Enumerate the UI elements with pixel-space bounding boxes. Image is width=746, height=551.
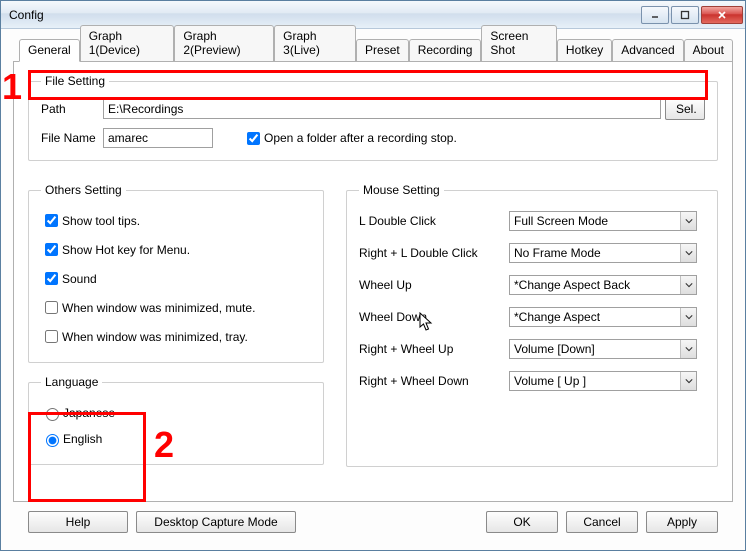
tab-hotkey[interactable]: Hotkey (557, 39, 612, 61)
desktop-capture-button[interactable]: Desktop Capture Mode (136, 511, 296, 533)
language-japanese-label: Japanese (63, 406, 115, 420)
filename-input[interactable] (103, 128, 213, 148)
chevron-down-icon (680, 276, 696, 294)
help-button[interactable]: Help (28, 511, 128, 533)
language-legend: Language (41, 375, 102, 389)
window-title: Config (9, 8, 639, 22)
tooltips-label: Show tool tips. (62, 214, 140, 228)
tab-general[interactable]: General (19, 39, 80, 62)
tab-graph2[interactable]: Graph 2(Preview) (174, 25, 274, 61)
minimize-tray-label: When window was minimized, tray. (62, 330, 248, 344)
mouse-ldbl-select[interactable]: Full Screen Mode (509, 211, 697, 231)
file-setting-group: File Setting Path Sel. File Name Open a … (28, 74, 718, 161)
apply-button[interactable]: Apply (646, 511, 718, 533)
mouse-rwheeldown-label: Right + Wheel Down (359, 374, 509, 388)
mouse-rwheeldown-select[interactable]: Volume [ Up ] (509, 371, 697, 391)
minimize-button[interactable] (641, 6, 669, 24)
language-group: Language Japanese English (28, 375, 324, 465)
chevron-down-icon (680, 244, 696, 262)
cancel-button[interactable]: Cancel (566, 511, 638, 533)
tab-graph1[interactable]: Graph 1(Device) (80, 25, 175, 61)
mouse-setting-group: Mouse Setting L Double Click Full Screen… (346, 183, 718, 467)
mouse-rldbl-select[interactable]: No Frame Mode (509, 243, 697, 263)
open-folder-checkbox[interactable] (247, 132, 260, 145)
language-english-radio[interactable] (46, 434, 59, 447)
others-setting-group: Others Setting Show tool tips. Show Hot … (28, 183, 324, 363)
others-setting-legend: Others Setting (41, 183, 126, 197)
path-select-button[interactable]: Sel. (665, 98, 705, 120)
file-setting-legend: File Setting (41, 74, 109, 88)
tab-graph3[interactable]: Graph 3(Live) (274, 25, 356, 61)
language-japanese-radio[interactable] (46, 408, 59, 421)
mouse-setting-legend: Mouse Setting (359, 183, 444, 197)
mouse-rwheelup-select[interactable]: Volume [Down] (509, 339, 697, 359)
chevron-down-icon (680, 212, 696, 230)
chevron-down-icon (680, 372, 696, 390)
language-english-label: English (63, 432, 102, 446)
mouse-wheelup-label: Wheel Up (359, 278, 509, 292)
mouse-wheeldown-label: Wheel Down (359, 310, 509, 324)
mouse-wheelup-select[interactable]: *Change Aspect Back (509, 275, 697, 295)
annotation-number-1: 1 (2, 66, 22, 108)
close-button[interactable] (701, 6, 743, 24)
tab-recording[interactable]: Recording (409, 39, 482, 61)
open-folder-label: Open a folder after a recording stop. (264, 131, 457, 145)
tab-preset[interactable]: Preset (356, 39, 409, 61)
hotkey-menu-checkbox[interactable] (45, 243, 58, 256)
tab-strip: General Graph 1(Device) Graph 2(Preview)… (13, 39, 733, 61)
hotkey-menu-label: Show Hot key for Menu. (62, 243, 190, 257)
mouse-wheeldown-select[interactable]: *Change Aspect (509, 307, 697, 327)
minimize-mute-checkbox[interactable] (45, 301, 58, 314)
ok-button[interactable]: OK (486, 511, 558, 533)
mouse-rldbl-label: Right + L Double Click (359, 246, 509, 260)
sound-checkbox[interactable] (45, 272, 58, 285)
tab-advanced[interactable]: Advanced (612, 39, 683, 61)
tab-screenshot[interactable]: Screen Shot (481, 25, 556, 61)
tooltips-checkbox[interactable] (45, 214, 58, 227)
chevron-down-icon (680, 340, 696, 358)
minimize-mute-label: When window was minimized, mute. (62, 301, 255, 315)
maximize-button[interactable] (671, 6, 699, 24)
minimize-tray-checkbox[interactable] (45, 330, 58, 343)
sound-label: Sound (62, 272, 97, 286)
path-label: Path (41, 102, 103, 116)
tab-page-general: File Setting Path Sel. File Name Open a … (13, 61, 733, 502)
chevron-down-icon (680, 308, 696, 326)
mouse-ldbl-label: L Double Click (359, 214, 509, 228)
path-input[interactable] (103, 99, 661, 119)
filename-label: File Name (41, 131, 103, 145)
tab-about[interactable]: About (684, 39, 733, 61)
mouse-rwheelup-label: Right + Wheel Up (359, 342, 509, 356)
